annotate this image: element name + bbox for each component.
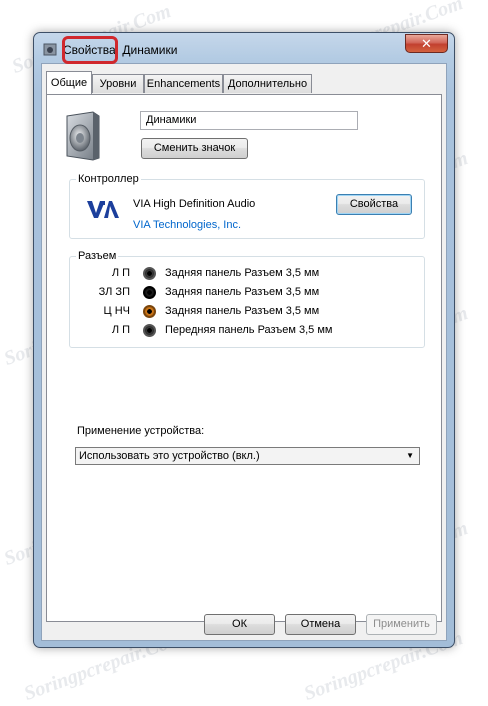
jack-color-icon [143, 267, 156, 280]
via-logo-icon [87, 201, 119, 218]
jack-description: Задняя панель Разъем 3,5 мм [165, 286, 320, 298]
jack-color-icon [143, 305, 156, 318]
ok-button[interactable]: ОК [204, 614, 275, 635]
jack-channel: Л П [111, 267, 130, 279]
tab-advanced[interactable]: Дополнительно [223, 74, 312, 93]
apply-button[interactable]: Применить [366, 614, 437, 635]
general-tab-panel: Динамики Сменить значок Контроллер VIA H… [46, 94, 442, 622]
controller-vendor-link[interactable]: VIA Technologies, Inc. [133, 219, 241, 231]
jack-color-icon [143, 324, 156, 337]
title-bar[interactable]: Свойства: Динамики ✕ [34, 33, 454, 63]
jack-description: Передняя панель Разъем 3,5 мм [165, 324, 333, 336]
dropdown-arrow-icon: ▼ [406, 451, 414, 460]
dialog-client: Общие Уровни Enhancements Дополнительно [41, 63, 447, 641]
speaker-icon [66, 111, 100, 161]
tab-general[interactable]: Общие [46, 71, 92, 94]
jack-channel: Л П [111, 324, 130, 336]
device-name-input[interactable]: Динамики [140, 111, 358, 130]
device-usage-value: Использовать это устройство (вкл.) [79, 450, 260, 462]
tab-levels[interactable]: Уровни [92, 74, 144, 93]
jack-row: Л П Передняя панель Разъем 3,5 мм [70, 322, 424, 340]
jack-group-label: Разъем [76, 250, 119, 262]
device-usage-select[interactable]: Использовать это устройство (вкл.) ▼ [75, 447, 420, 465]
tab-enhancements[interactable]: Enhancements [144, 74, 223, 93]
properties-dialog: Свойства: Динамики ✕ Общие Уровни Enhanc… [33, 32, 455, 648]
controller-group-label: Контроллер [76, 173, 141, 185]
speaker-window-icon [43, 43, 57, 56]
controller-properties-button[interactable]: Свойства [336, 194, 412, 215]
controller-name: VIA High Definition Audio [133, 198, 256, 210]
jack-description: Задняя панель Разъем 3,5 мм [165, 267, 320, 279]
close-icon: ✕ [421, 36, 432, 51]
jack-row: Л П Задняя панель Разъем 3,5 мм [70, 265, 424, 283]
jack-channel: ЗЛ ЗП [98, 286, 130, 298]
jack-description: Задняя панель Разъем 3,5 мм [165, 305, 320, 317]
window-title: Свойства: Динамики [63, 43, 178, 57]
jack-group: Разъем Л П Задняя панель Разъем 3,5 мм З… [69, 250, 425, 348]
jack-row: ЗЛ ЗП Задняя панель Разъем 3,5 мм [70, 284, 424, 302]
jack-channel: Ц НЧ [103, 305, 130, 317]
jack-row: Ц НЧ Задняя панель Разъем 3,5 мм [70, 303, 424, 321]
change-icon-button[interactable]: Сменить значок [141, 138, 248, 159]
close-button[interactable]: ✕ [405, 34, 448, 53]
device-usage-label: Применение устройства: [77, 425, 205, 437]
cancel-button[interactable]: Отмена [285, 614, 356, 635]
jack-color-icon [143, 286, 156, 299]
controller-group: Контроллер VIA High Definition Audio VIA… [69, 173, 425, 239]
